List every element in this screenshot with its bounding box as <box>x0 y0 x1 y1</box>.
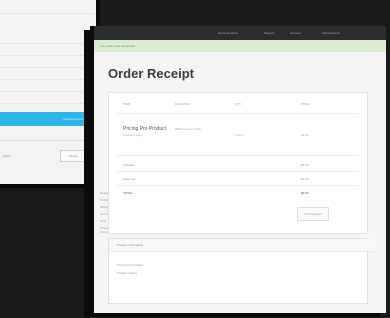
list-item[interactable] <box>0 94 95 104</box>
nav-subscriptions[interactable]: Subscriptions <box>322 26 340 40</box>
divider <box>117 185 359 186</box>
cancel-button[interactable]: Cancel <box>60 150 86 162</box>
column-header-duration: DURATION <box>175 102 191 106</box>
list-item[interactable] <box>0 34 95 44</box>
list-item[interactable] <box>0 4 95 14</box>
total-value: $0.00 <box>301 191 309 195</box>
divider <box>117 171 359 172</box>
receipt-table: ITEM DURATION QTY PRICE Pricing Pro Prod… <box>108 92 368 234</box>
page-title: Order Receipt <box>108 66 194 81</box>
divider <box>117 113 359 114</box>
info-line: Pricing Pro Product <box>117 263 143 267</box>
tax-value: $0.00 <box>301 177 309 181</box>
column-header-qty: QTY <box>235 102 242 106</box>
window-footer: ‹ Back Cancel <box>0 140 92 181</box>
list-item[interactable] <box>0 58 95 68</box>
background-window: Subscribe Account ‹ Back Cancel <box>0 0 100 188</box>
tax-label: Sales tax <box>123 177 136 181</box>
column-header-price: PRICE <box>301 102 311 106</box>
product-subtitle: Product Listing <box>123 133 143 137</box>
total-label: TOTAL <box>123 191 133 195</box>
list-item[interactable] <box>0 82 95 92</box>
top-navigation-bar: Documentation Support Account Subscripti… <box>94 26 386 40</box>
nav-support[interactable]: Support <box>264 26 275 40</box>
nav-documentation[interactable]: Documentation <box>218 26 238 40</box>
list-item[interactable] <box>0 70 95 80</box>
product-name: Pricing Pro Product <box>123 126 167 132</box>
product-price: $0.00 <box>301 133 309 137</box>
product-quantity: 1 Item <box>235 133 244 137</box>
subtotal-label: Subtotal <box>123 163 135 167</box>
nav-account[interactable]: Account <box>290 26 301 40</box>
back-link[interactable]: ‹ Back <box>2 154 11 158</box>
success-notice: Your order was successful. <box>94 40 386 52</box>
divider <box>117 155 359 156</box>
product-information-panel: Product Information Pricing Pro Product … <box>108 238 375 304</box>
product-duration: Billed once monthly <box>175 127 202 131</box>
receipt-window: Documentation Support Account Subscripti… <box>90 26 386 313</box>
print-receipt-button[interactable]: Print Receipt <box>297 207 329 221</box>
subscribe-button[interactable]: Subscribe Account <box>0 112 92 126</box>
panel-heading: Product Information <box>109 239 375 252</box>
subtotal-value: $0.00 <box>301 163 309 167</box>
list-item[interactable] <box>0 46 95 56</box>
column-header-item: ITEM <box>123 102 131 106</box>
info-line: Product Listing <box>117 271 137 275</box>
